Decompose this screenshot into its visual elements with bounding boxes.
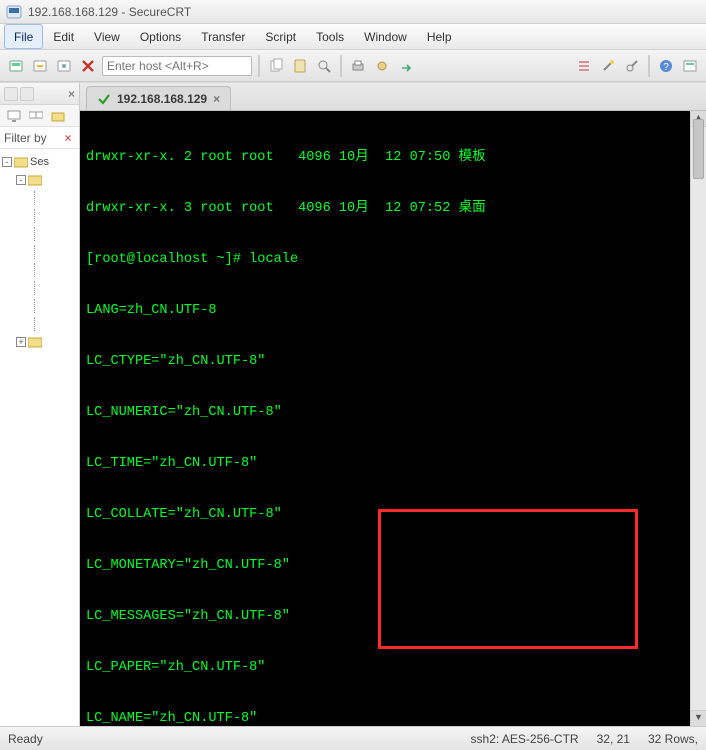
quick-connect-icon[interactable]: [30, 56, 50, 76]
check-icon: [97, 92, 111, 106]
key-icon[interactable]: [622, 56, 642, 76]
terminal-line: LANG=zh_CN.UTF-8: [86, 302, 700, 319]
host-entry[interactable]: [102, 56, 252, 76]
session-tab[interactable]: 192.168.168.129 ×: [86, 86, 231, 110]
transfer-icon[interactable]: [396, 56, 416, 76]
menu-script[interactable]: Script: [255, 24, 306, 49]
terminal[interactable]: drwxr-xr-x. 2 root root 4096 10月 12 07:5…: [80, 111, 706, 726]
sidebar-tab[interactable]: [4, 87, 18, 101]
menu-transfer[interactable]: Transfer: [191, 24, 255, 49]
terminal-line: LC_NUMERIC="zh_CN.UTF-8": [86, 404, 700, 421]
right-pane: 192.168.168.129 × drwxr-xr-x. 2 root roo…: [80, 83, 706, 726]
terminal-line: LC_TIME="zh_CN.UTF-8": [86, 455, 700, 472]
folder-icon: [28, 174, 42, 186]
separator: [648, 55, 650, 77]
menu-options[interactable]: Options: [130, 24, 191, 49]
wand-icon[interactable]: [598, 56, 618, 76]
find-icon[interactable]: [314, 56, 334, 76]
svg-text:?: ?: [663, 62, 669, 73]
terminal-line: LC_MONETARY="zh_CN.UTF-8": [86, 557, 700, 574]
help-icon[interactable]: ?: [656, 56, 676, 76]
options-icon[interactable]: [574, 56, 594, 76]
menu-window[interactable]: Window: [354, 24, 417, 49]
disconnect-icon[interactable]: [78, 56, 98, 76]
separator: [340, 55, 342, 77]
menu-tools[interactable]: Tools: [306, 24, 354, 49]
dual-monitor-icon[interactable]: [28, 108, 44, 124]
menu-view[interactable]: View: [84, 24, 130, 49]
terminal-line: LC_CTYPE="zh_CN.UTF-8": [86, 353, 700, 370]
close-icon[interactable]: ×: [68, 87, 75, 101]
terminal-line: [root@localhost ~]# locale: [86, 251, 700, 268]
status-ready: Ready: [8, 732, 43, 746]
scrollbar[interactable]: ▴ ▾: [690, 111, 706, 726]
copy-icon[interactable]: [266, 56, 286, 76]
statusbar: Ready ssh2: AES-256-CTR 32, 21 32 Rows,: [0, 726, 706, 750]
tree-collapse-icon[interactable]: -: [2, 157, 12, 167]
toolbar: ?: [0, 50, 706, 82]
status-rows: 32 Rows,: [648, 732, 698, 746]
print-icon[interactable]: [348, 56, 368, 76]
scroll-down-icon[interactable]: ▾: [691, 710, 706, 726]
window-title: 192.168.168.129 - SecureCRT: [28, 5, 191, 19]
main: × Filter by × - Ses -: [0, 82, 706, 726]
folder-icon[interactable]: [50, 108, 66, 124]
session-tabstrip: 192.168.168.129 ×: [80, 83, 706, 111]
menu-file[interactable]: File: [4, 24, 43, 49]
terminal-line: drwxr-xr-x. 2 root root 4096 10月 12 07:5…: [86, 149, 700, 166]
folder-icon: [14, 156, 28, 168]
tab-label: 192.168.168.129: [117, 92, 207, 106]
sidebar: × Filter by × - Ses -: [0, 83, 80, 726]
session-tree[interactable]: - Ses - +: [0, 149, 79, 726]
sidebar-tabstrip: ×: [0, 83, 79, 105]
terminal-line: LC_MESSAGES="zh_CN.UTF-8": [86, 608, 700, 625]
folder-icon: [28, 336, 42, 348]
app-icon: [6, 4, 22, 20]
settings-icon[interactable]: [372, 56, 392, 76]
menu-edit[interactable]: Edit: [43, 24, 84, 49]
host-input[interactable]: [102, 56, 252, 76]
annotation-highlight-box: [378, 509, 638, 649]
tree-expand-icon[interactable]: +: [16, 337, 26, 347]
tab-close-icon[interactable]: ×: [213, 92, 220, 106]
terminal-line: LC_COLLATE="zh_CN.UTF-8": [86, 506, 700, 523]
terminal-line: drwxr-xr-x. 3 root root 4096 10月 12 07:5…: [86, 200, 700, 217]
about-icon[interactable]: [680, 56, 700, 76]
filter-clear-icon[interactable]: ×: [61, 131, 75, 145]
sidebar-toolbar: [0, 105, 79, 127]
reconnect-icon[interactable]: [54, 56, 74, 76]
terminal-line: LC_PAPER="zh_CN.UTF-8": [86, 659, 700, 676]
filter-label: Filter by: [4, 131, 59, 145]
monitor-icon[interactable]: [6, 108, 22, 124]
menubar: File Edit View Options Transfer Script T…: [0, 24, 706, 50]
connect-icon[interactable]: [6, 56, 26, 76]
terminal-line: LC_NAME="zh_CN.UTF-8": [86, 710, 700, 726]
filter-row: Filter by ×: [0, 127, 79, 149]
sidebar-tab[interactable]: [20, 87, 34, 101]
separator: [258, 55, 260, 77]
tree-root-label: Ses: [30, 156, 49, 168]
status-cursor-pos: 32, 21: [597, 732, 630, 746]
status-cipher: ssh2: AES-256-CTR: [471, 732, 579, 746]
titlebar: 192.168.168.129 - SecureCRT: [0, 0, 706, 24]
paste-icon[interactable]: [290, 56, 310, 76]
menu-help[interactable]: Help: [417, 24, 462, 49]
tree-collapse-icon[interactable]: -: [16, 175, 26, 185]
scroll-thumb[interactable]: [693, 119, 704, 179]
